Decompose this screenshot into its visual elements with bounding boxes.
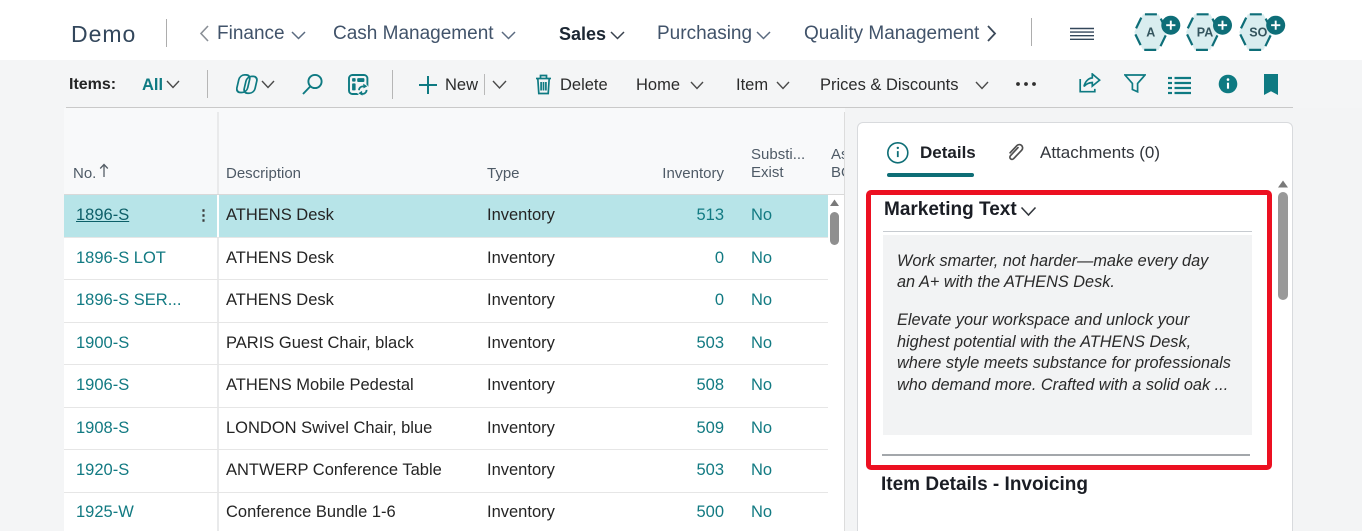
svg-text:PA: PA xyxy=(1197,26,1213,40)
svg-text:SO: SO xyxy=(1249,26,1267,40)
svg-text:A: A xyxy=(1146,26,1155,40)
